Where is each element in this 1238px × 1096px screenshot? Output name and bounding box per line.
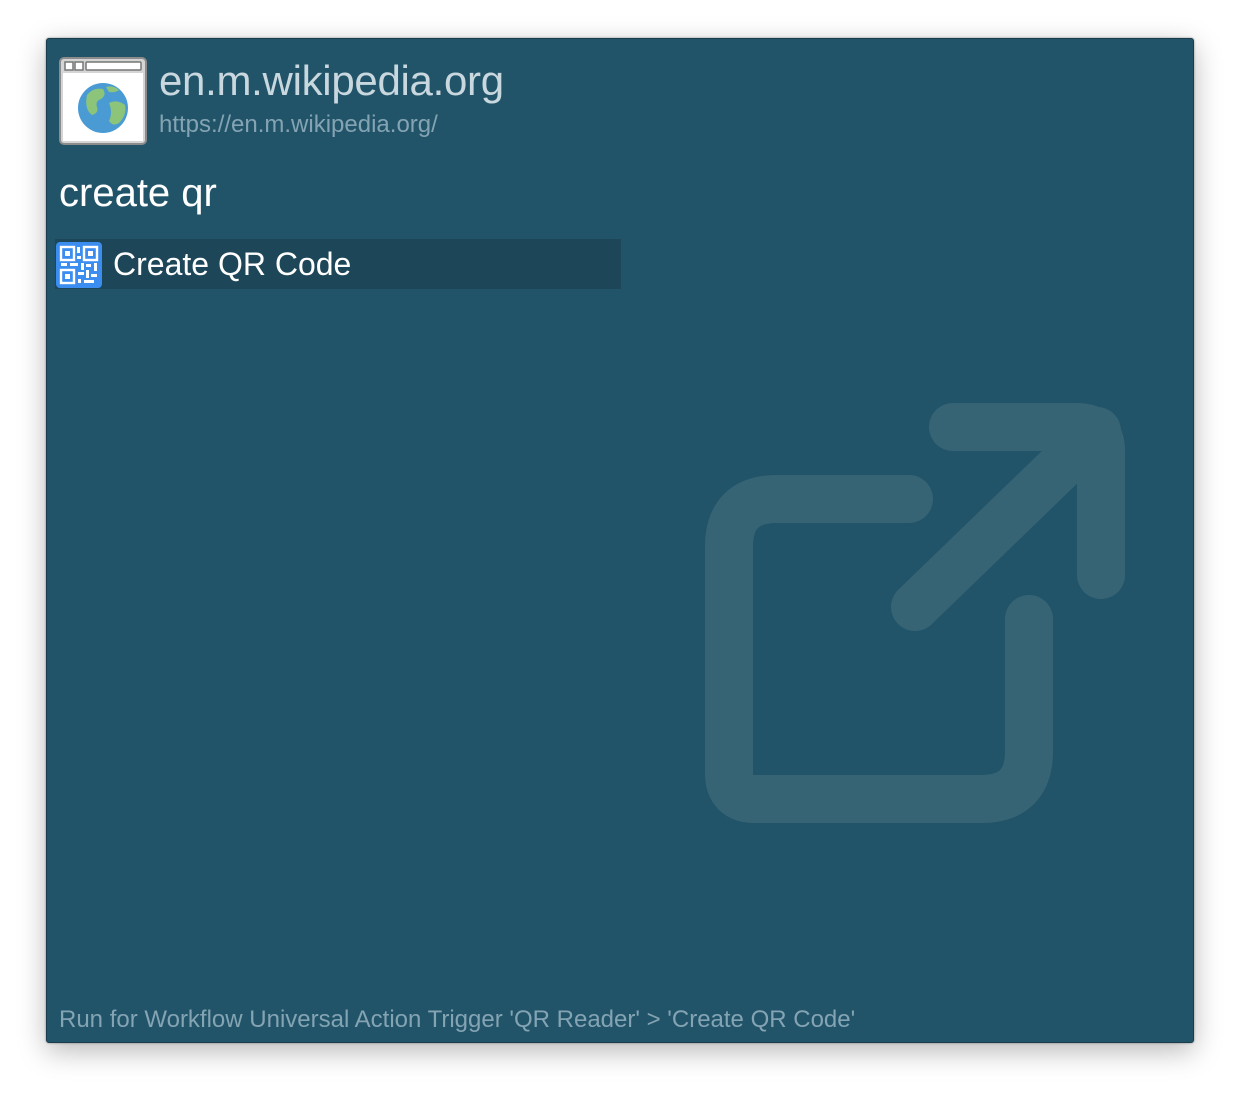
alfred-window: en.m.wikipedia.org https://en.m.wikipedi… <box>46 38 1194 1043</box>
open-external-icon <box>705 403 1125 823</box>
search-input[interactable]: create qr <box>59 171 659 223</box>
site-url: https://en.m.wikipedia.org/ <box>159 111 438 138</box>
result-label: Create QR Code <box>113 246 352 282</box>
action-description: Run for Workflow Universal Action Trigge… <box>59 1006 856 1033</box>
browser-globe-icon <box>59 57 147 145</box>
site-title: en.m.wikipedia.org <box>159 57 504 104</box>
qr-code-icon <box>56 242 102 288</box>
result-item-create-qr-code[interactable]: Create QR Code <box>55 239 621 289</box>
